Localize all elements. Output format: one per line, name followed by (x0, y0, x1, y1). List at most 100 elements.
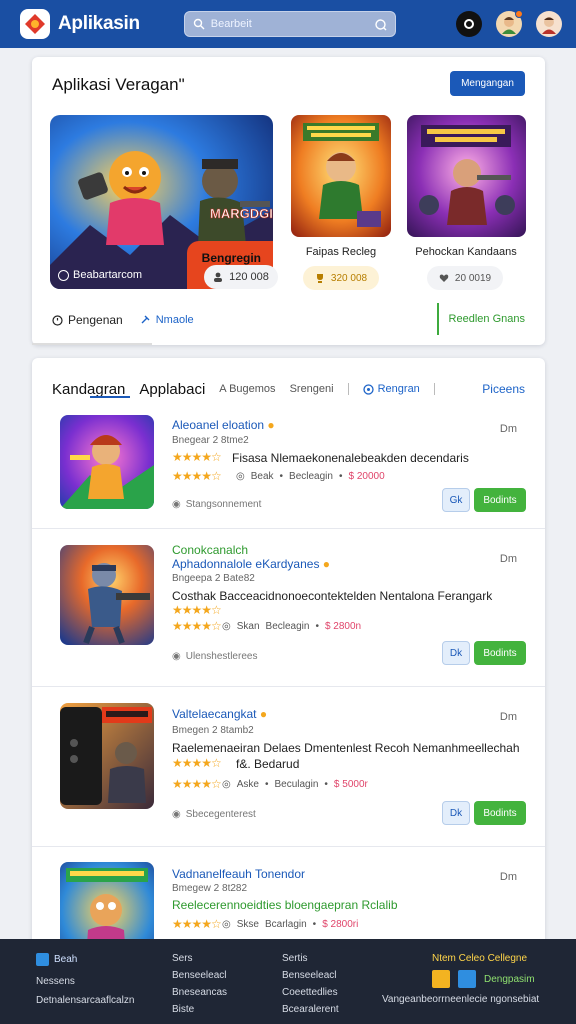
app-thumbnail-art (60, 703, 154, 809)
app-price: $ 20000 (348, 471, 385, 482)
featured-card: Aplikasi Veragan" Mengangan MARGDGINI Be… (32, 57, 545, 345)
install-button[interactable]: Bodints (474, 488, 526, 512)
footer-link[interactable]: Benseeleacl (282, 970, 339, 981)
developer-icon: ◉ (172, 499, 181, 510)
featured-footer: Pengenan Nmaole (52, 313, 194, 327)
footer-link[interactable]: Sers (172, 953, 227, 964)
app-thumbnail[interactable] (60, 415, 154, 509)
rating-stars-secondary: ★★★★☆ (172, 469, 222, 483)
app-title[interactable]: Valtelaecangkat ● (172, 707, 267, 721)
featured-badge-text: Bengregin (201, 251, 261, 265)
game-art-2 (291, 115, 391, 237)
featured-footer-left[interactable]: Pengenan (52, 313, 123, 327)
footer-link[interactable]: Biste (172, 1004, 227, 1015)
search-bar[interactable] (183, 11, 396, 37)
tab-apps[interactable]: Applabaci (139, 381, 205, 398)
app-price: $ 2800n (324, 621, 362, 632)
rating-stars: ★★★★☆ (172, 756, 222, 770)
footer-link[interactable]: Coeettedlies (282, 987, 339, 998)
emoji-icon: ● (322, 557, 331, 571)
rating-stars: ★★★★☆ (172, 917, 222, 931)
tab-5[interactable]: Rengran (362, 383, 420, 395)
list-item[interactable]: Aleoanel eloation ● Bnegear 2 8tme2 ★★★★… (32, 400, 545, 528)
app-logo-icon[interactable] (20, 9, 50, 39)
app-subtitle: Bngeepa 2 Bate82 (172, 573, 255, 584)
info-button[interactable]: Gk (442, 488, 470, 512)
globe-icon: ◎ (222, 919, 231, 930)
rating-stars-secondary: ★★★★☆ (172, 777, 222, 791)
featured-action-button[interactable]: Mengangan (450, 71, 525, 96)
heart-icon (439, 274, 449, 282)
user-avatar[interactable] (536, 11, 562, 37)
app-description: Raelemenaeiran Delaes Dmentenlest Recoh … (172, 741, 520, 755)
featured-game-tile-2[interactable] (291, 115, 391, 237)
list-item[interactable]: Valtelaecangkat ● Bmegen 2 8tamb2 Raelem… (32, 686, 545, 846)
app-title-secondary: Aphadonnalole eKardyanes ● (172, 557, 331, 571)
emoji-icon: ● (267, 418, 275, 432)
info-button[interactable]: Dk (442, 801, 470, 825)
app-title[interactable]: Conokcanalch (172, 543, 248, 557)
more-button[interactable]: Dm (500, 871, 517, 883)
footer: Beah Nessens Detnalensarcaaflcalzn Sers … (0, 939, 576, 1024)
app-thumbnail[interactable] (60, 703, 154, 809)
tab-3[interactable]: A Bugemos (219, 383, 275, 395)
tile-3-stat: 20 0019 (427, 266, 503, 290)
footer-link[interactable]: Bcearalerent (282, 1004, 339, 1015)
footer-link[interactable]: Bneseancas (172, 987, 227, 998)
pin-icon (141, 315, 150, 324)
refresh-icon[interactable] (374, 18, 387, 31)
tab-categories[interactable]: Kandagran (52, 381, 125, 398)
user-icon (214, 272, 223, 282)
featured-site-text: Beabartarcom (73, 269, 143, 281)
tab-4[interactable]: Srengeni (290, 383, 334, 395)
tab-prices[interactable]: Piceens (482, 382, 525, 396)
app-description-secondary: f&. Bedarud (236, 757, 300, 771)
footer-col-4: Ntem Celeo Cellegne Dengpasim Vangeanbeo… (382, 953, 539, 1011)
app-meta: ◎ Aske • Beculagin • $ 5000r (222, 779, 368, 790)
tab-separator (347, 383, 349, 395)
install-button[interactable]: Bodints (474, 641, 526, 665)
search-input[interactable] (210, 18, 374, 30)
footer-col-1: Beah Nessens Detnalensarcaaflcalzn (36, 953, 134, 1012)
featured-game-tile-3[interactable] (407, 115, 526, 237)
app-subtitle: Bnegear 2 8tme2 (172, 435, 249, 446)
install-button[interactable]: Bodints (474, 801, 526, 825)
app-description: Fisasa Nlemaekonenalebeakden decendaris (232, 451, 469, 465)
footer-link[interactable]: Sertis (282, 953, 339, 964)
globe-icon: ◎ (236, 471, 245, 482)
more-button[interactable]: Dm (500, 553, 517, 565)
featured-footer-right[interactable]: Reedlen Gnans (436, 303, 525, 335)
more-button[interactable]: Dm (500, 423, 517, 435)
footer-col4-bottom[interactable]: Vangeanbeorrneenlecie ngonsebiat (382, 994, 539, 1005)
share-icon[interactable] (458, 970, 476, 988)
info-button[interactable]: Dk (442, 641, 470, 665)
featured-footer-link-label: Nmaole (155, 314, 194, 326)
store-badge-icon[interactable] (432, 970, 450, 988)
footer-link[interactable]: Nessens (36, 976, 134, 987)
rating-stars-secondary: ★★★★☆ (172, 619, 222, 633)
app-thumbnail-art (60, 545, 154, 645)
featured-footer-link[interactable]: Nmaole (139, 314, 194, 326)
footer-col-2: Sers Benseeleacl Bneseancas Biste (172, 953, 227, 1021)
footer-col4-brand[interactable]: Dengpasim (484, 974, 535, 985)
footer-brand[interactable]: Beah (36, 953, 134, 966)
notifications-icon[interactable] (456, 11, 482, 37)
more-button[interactable]: Dm (500, 711, 517, 723)
app-thumbnail[interactable] (60, 545, 154, 645)
featured-download-stat: 120 008 (204, 265, 278, 289)
globe-icon: ◎ (222, 621, 231, 632)
app-description: Reelecerennoeidties bloengaepran Rclalib (172, 898, 398, 912)
app-title[interactable]: Vadnanelfeauh Tonendor (172, 867, 305, 881)
list-item[interactable]: Conokcanalch Aphadonnalole eKardyanes ● … (32, 528, 545, 686)
app-meta: ◎ Skan Becleagin • $ 2800n (222, 621, 362, 632)
app-title[interactable]: Aleoanel eloation ● (172, 418, 275, 432)
app-list-card: Kandagran Applabaci A Bugemos Srengeni R… (32, 358, 545, 959)
featured-game-tile-large[interactable]: MARGDGINI Bengregin Beabartarcom (50, 115, 273, 289)
globe-icon: ◎ (222, 779, 231, 790)
footer-link[interactable]: Benseeleacl (172, 970, 227, 981)
footer-link[interactable]: Detnalensarcaaflcalzn (36, 995, 134, 1006)
tile-2-stat-value: 320 008 (330, 272, 368, 284)
friend-avatar[interactable] (496, 10, 523, 37)
app-subtitle: Bmegew 2 8t282 (172, 883, 248, 894)
developer-icon: ◉ (172, 651, 181, 662)
